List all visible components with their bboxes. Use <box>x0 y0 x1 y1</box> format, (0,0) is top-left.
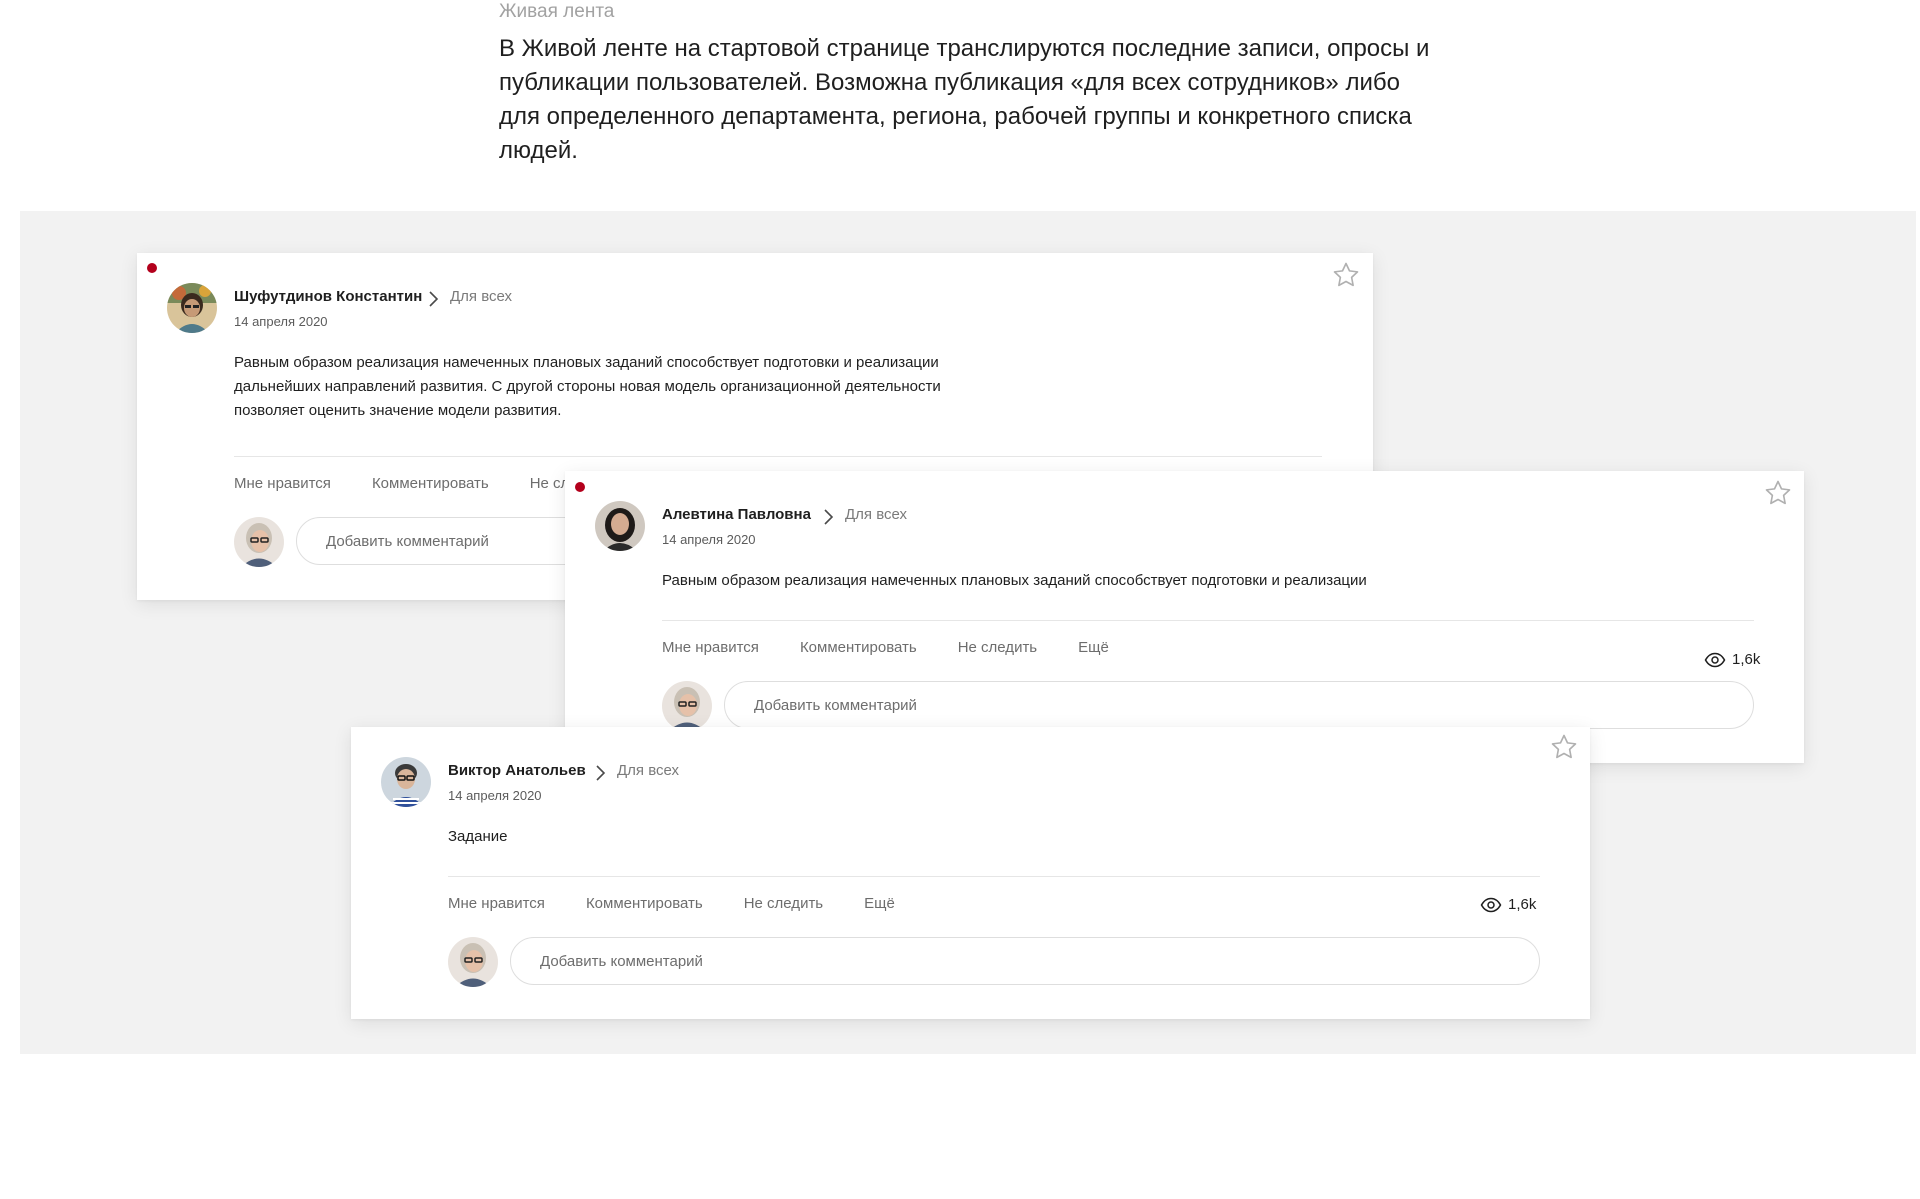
star-icon[interactable] <box>1763 478 1793 508</box>
author-name[interactable]: Шуфутдинов Константин <box>234 288 422 305</box>
post-date: 14 апреля 2020 <box>234 314 328 329</box>
more-button[interactable]: Ещё <box>1078 639 1109 656</box>
like-button[interactable]: Мне нравится <box>662 639 759 656</box>
comment-button[interactable]: Комментировать <box>586 895 703 912</box>
author-avatar[interactable] <box>167 283 217 333</box>
author-avatar[interactable] <box>595 501 645 551</box>
post-date: 14 апреля 2020 <box>448 788 542 803</box>
chevron-right-icon <box>596 765 606 781</box>
section-label: Живая лента <box>499 1 615 22</box>
post-actions: Мне нравится Комментировать Не следить Е… <box>662 639 1150 656</box>
author-name[interactable]: Виктор Анатольев <box>448 762 586 779</box>
star-icon[interactable] <box>1549 732 1579 762</box>
current-user-avatar <box>662 681 712 731</box>
views-counter: 1,6k <box>1704 651 1760 668</box>
eye-icon <box>1480 897 1502 912</box>
post-body: Равным образом реализация намеченных пла… <box>662 572 1367 589</box>
post-actions: Мне нравится Комментировать Не следить Е… <box>448 895 936 912</box>
section-description: В Живой ленте на стартовой странице тран… <box>499 35 1430 164</box>
comment-button[interactable]: Комментировать <box>372 475 489 492</box>
chevron-right-icon <box>429 291 439 307</box>
post-audience[interactable]: Для всех <box>450 288 512 305</box>
author-avatar[interactable] <box>381 757 431 807</box>
post-card: Виктор Анатольев Для всех 14 апреля 2020… <box>351 727 1590 1019</box>
author-name[interactable]: Алевтина Павловна <box>662 506 811 523</box>
comment-input[interactable]: Добавить комментарий <box>296 517 596 565</box>
star-icon[interactable] <box>1331 260 1361 290</box>
post-body: Задание <box>448 828 508 845</box>
comment-button[interactable]: Комментировать <box>800 639 917 656</box>
divider <box>234 456 1322 457</box>
unread-indicator <box>575 482 585 492</box>
current-user-avatar <box>234 517 284 567</box>
divider <box>448 876 1540 877</box>
divider <box>662 620 1754 621</box>
post-date: 14 апреля 2020 <box>662 532 756 547</box>
eye-icon <box>1704 652 1726 667</box>
current-user-avatar <box>448 937 498 987</box>
post-audience[interactable]: Для всех <box>845 506 907 523</box>
post-card: Алевтина Павловна Для всех 14 апреля 202… <box>565 471 1804 763</box>
intro-section: Живая лента В Живой ленте на стартовой с… <box>499 0 1439 168</box>
unread-indicator <box>147 263 157 273</box>
like-button[interactable]: Мне нравится <box>448 895 545 912</box>
post-body: Равным образом реализация намеченных пла… <box>234 354 941 419</box>
chevron-right-icon <box>824 509 834 525</box>
views-counter: 1,6k <box>1480 896 1536 913</box>
unfollow-button[interactable]: Не следить <box>958 639 1037 656</box>
post-audience[interactable]: Для всех <box>617 762 679 779</box>
like-button[interactable]: Мне нравится <box>234 475 331 492</box>
unfollow-button[interactable]: Не следить <box>744 895 823 912</box>
more-button[interactable]: Ещё <box>864 895 895 912</box>
views-count: 1,6k <box>1732 651 1761 668</box>
comment-input[interactable]: Добавить комментарий <box>724 681 1754 729</box>
comment-input[interactable]: Добавить комментарий <box>510 937 1540 985</box>
views-count: 1,6k <box>1508 896 1537 913</box>
